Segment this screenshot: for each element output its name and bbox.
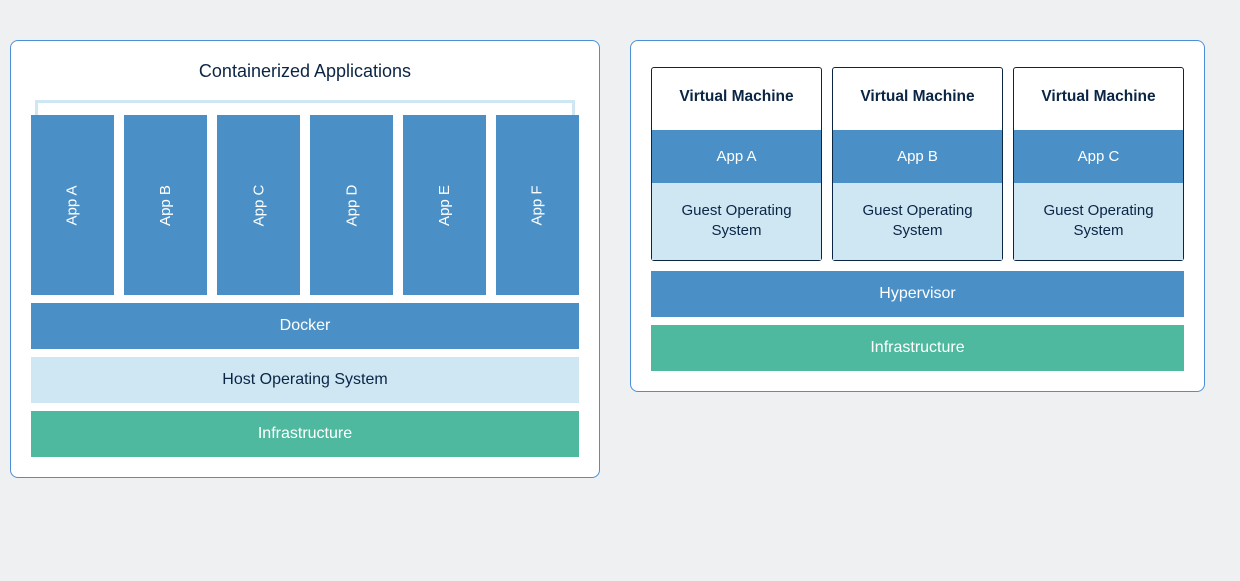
container-panel: Containerized Applications App A App B A… xyxy=(10,40,600,478)
vm-guest-os-layer: Guest Operating System xyxy=(833,183,1002,260)
container-app-label: App F xyxy=(529,185,546,225)
container-app-box: App E xyxy=(403,115,486,295)
docker-layer: Docker xyxy=(31,303,579,349)
apps-bracket xyxy=(35,100,575,115)
container-app-box: App D xyxy=(310,115,393,295)
container-panel-title: Containerized Applications xyxy=(31,61,579,82)
infrastructure-layer: Infrastructure xyxy=(31,411,579,457)
container-app-label: App D xyxy=(343,184,360,226)
vm-box: Virtual Machine App B Guest Operating Sy… xyxy=(832,67,1003,261)
container-apps-row: App A App B App C App D App E App F xyxy=(31,115,579,295)
architecture-comparison-diagram: Containerized Applications App A App B A… xyxy=(10,40,1230,478)
hypervisor-layer: Hypervisor xyxy=(651,271,1184,317)
vms-row: Virtual Machine App A Guest Operating Sy… xyxy=(651,67,1184,261)
vm-guest-os-layer: Guest Operating System xyxy=(1014,183,1183,260)
container-app-box: App A xyxy=(31,115,114,295)
container-app-label: App A xyxy=(64,185,81,225)
vm-guest-os-layer: Guest Operating System xyxy=(652,183,821,260)
container-app-label: App B xyxy=(157,185,174,226)
host-os-layer: Host Operating System xyxy=(31,357,579,403)
vm-app-layer: App A xyxy=(652,130,821,183)
vm-app-layer: App C xyxy=(1014,130,1183,183)
vm-title: Virtual Machine xyxy=(833,68,1002,130)
container-app-box: App F xyxy=(496,115,579,295)
vm-box: Virtual Machine App C Guest Operating Sy… xyxy=(1013,67,1184,261)
container-app-box: App C xyxy=(217,115,300,295)
container-app-box: App B xyxy=(124,115,207,295)
container-app-label: App E xyxy=(436,185,453,226)
vm-title: Virtual Machine xyxy=(1014,68,1183,130)
vm-title: Virtual Machine xyxy=(652,68,821,130)
infrastructure-layer: Infrastructure xyxy=(651,325,1184,371)
vm-app-layer: App B xyxy=(833,130,1002,183)
vm-panel: Virtual Machine App A Guest Operating Sy… xyxy=(630,40,1205,392)
container-app-label: App C xyxy=(250,184,267,226)
vm-box: Virtual Machine App A Guest Operating Sy… xyxy=(651,67,822,261)
